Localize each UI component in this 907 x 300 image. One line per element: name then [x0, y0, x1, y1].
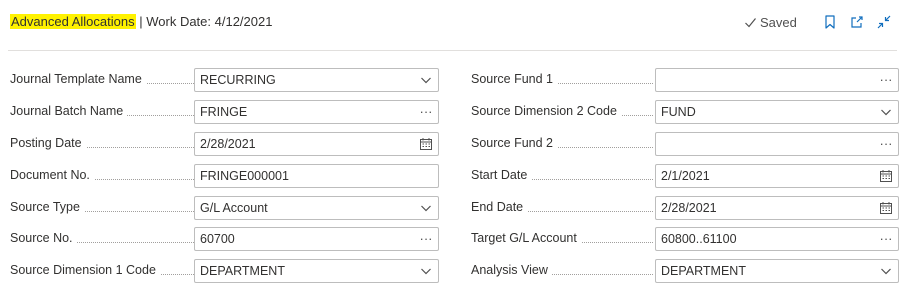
- field-row-posting-date: Posting Date 2/28/2021: [10, 131, 439, 156]
- chevron-down-icon: [421, 77, 431, 84]
- field-value: 60700: [200, 232, 235, 247]
- lookup-ellipsis-icon[interactable]: ···: [878, 231, 894, 247]
- page-name: Advanced Allocations: [10, 14, 136, 29]
- chevron-down-icon: [881, 109, 891, 116]
- analysis-view-field[interactable]: DEPARTMENT: [655, 259, 899, 284]
- field-row-document-no: Document No. FRINGE000001: [10, 163, 439, 188]
- bookmark-icon[interactable]: [822, 14, 838, 30]
- field-label-end-date: End Date: [471, 199, 528, 214]
- date-picker-button[interactable]: [878, 168, 894, 184]
- chevron-down-icon: [881, 268, 891, 275]
- collapse-icon[interactable]: [876, 14, 892, 30]
- field-value: 60800..61100: [661, 232, 737, 247]
- journal-batch-name-field[interactable]: FRINGE ···: [194, 99, 439, 124]
- field-value: 2/1/2021: [661, 168, 710, 183]
- field-label-journal-batch-name: Journal Batch Name: [10, 103, 128, 118]
- field-row-source-fund-1: Source Fund 1 ···: [471, 68, 899, 92]
- document-no-field[interactable]: FRINGE000001: [194, 163, 439, 188]
- calendar-icon: [880, 169, 892, 182]
- dropdown-button[interactable]: [878, 104, 894, 120]
- field-value: 2/28/2021: [200, 136, 256, 151]
- header-divider: [8, 50, 897, 51]
- field-label-source-fund-2: Source Fund 2: [471, 135, 557, 150]
- field-label-source-type: Source Type: [10, 199, 84, 214]
- right-field-group: Source Fund 1 ··· Source Dimension 2 Code F…: [471, 68, 899, 291]
- field-label-posting-date: Posting Date: [10, 135, 86, 150]
- field-value: DEPARTMENT: [200, 264, 285, 279]
- field-row-analysis-view: Analysis View DEPARTMENT: [471, 259, 899, 284]
- source-dimension-2-code-field[interactable]: FUND: [655, 99, 899, 124]
- field-row-target-g-l-account: Target G/L Account 60800..61100 ···: [471, 227, 899, 252]
- calendar-icon: [420, 137, 432, 150]
- left-field-group: Journal Template Name RECURRING Journal Ba…: [10, 68, 439, 291]
- field-row-source-fund-2: Source Fund 2 ···: [471, 131, 899, 156]
- field-row-journal-template-name: Journal Template Name RECURRING: [10, 68, 439, 92]
- field-value: FRINGE000001: [200, 168, 289, 183]
- field-label-source-dimension-2-code: Source Dimension 2 Code: [471, 103, 621, 118]
- field-row-source-dimension-2-code: Source Dimension 2 Code FUND: [471, 99, 899, 124]
- source-fund-1-field[interactable]: ···: [655, 68, 899, 92]
- field-label-target-g-l-account: Target G/L Account: [471, 231, 581, 246]
- field-value: G/L Account: [200, 200, 268, 215]
- field-value: RECURRING: [200, 73, 276, 87]
- lookup-ellipsis-icon[interactable]: ···: [878, 136, 894, 152]
- field-label-start-date: Start Date: [471, 167, 532, 182]
- field-value: DEPARTMENT: [661, 264, 746, 279]
- source-dimension-1-code-field[interactable]: DEPARTMENT: [194, 259, 439, 284]
- dropdown-button[interactable]: [418, 72, 434, 88]
- field-row-source-dimension-1-code: Source Dimension 1 Code DEPARTMENT: [10, 259, 439, 284]
- field-row-start-date: Start Date 2/1/2021: [471, 163, 899, 188]
- field-row-journal-batch-name: Journal Batch Name FRINGE ···: [10, 99, 439, 124]
- field-label-analysis-view: Analysis View: [471, 263, 552, 278]
- field-row-source-no: Source No. 60700 ···: [10, 227, 439, 252]
- lookup-ellipsis-icon[interactable]: ···: [878, 72, 894, 88]
- lookup-ellipsis-icon[interactable]: ···: [418, 104, 434, 120]
- field-row-source-type: Source Type G/L Account: [10, 195, 439, 220]
- field-row-end-date: End Date 2/28/2021: [471, 195, 899, 220]
- posting-date-field[interactable]: 2/28/2021: [194, 131, 439, 156]
- source-no-field[interactable]: 60700 ···: [194, 227, 439, 252]
- field-label-source-fund-1: Source Fund 1: [471, 72, 557, 86]
- date-picker-button[interactable]: [418, 136, 434, 152]
- title-separator: |: [139, 14, 143, 29]
- saved-status: Saved: [744, 15, 797, 30]
- field-value: FUND: [661, 104, 696, 119]
- lookup-ellipsis-icon[interactable]: ···: [418, 231, 434, 247]
- checkmark-icon: [745, 18, 756, 28]
- work-date: Work Date: 4/12/2021: [146, 14, 273, 29]
- chevron-down-icon: [421, 205, 431, 211]
- calendar-icon: [880, 201, 892, 214]
- target-g-l-account-field[interactable]: 60800..61100 ···: [655, 227, 899, 252]
- source-fund-2-field[interactable]: ···: [655, 131, 899, 156]
- field-value: FRINGE: [200, 104, 248, 119]
- field-label-source-dimension-1-code: Source Dimension 1 Code: [10, 263, 160, 278]
- date-picker-button[interactable]: [878, 200, 894, 216]
- end-date-field[interactable]: 2/28/2021: [655, 195, 899, 220]
- start-date-field[interactable]: 2/1/2021: [655, 163, 899, 188]
- field-label-journal-template-name: Journal Template Name: [10, 72, 146, 86]
- dropdown-button[interactable]: [418, 200, 434, 216]
- dropdown-button[interactable]: [418, 263, 434, 279]
- field-value: 2/28/2021: [661, 200, 717, 215]
- page-header: Advanced Allocations | Work Date: 4/12/2…: [0, 0, 907, 52]
- saved-label: Saved: [760, 15, 797, 30]
- field-label-document-no: Document No.: [10, 167, 94, 182]
- page-title: Advanced Allocations | Work Date: 4/12/2…: [10, 14, 272, 30]
- field-label-source-no: Source No.: [10, 231, 77, 246]
- open-in-new-window-icon[interactable]: [849, 14, 865, 30]
- chevron-down-icon: [421, 268, 431, 275]
- source-type-field[interactable]: G/L Account: [194, 195, 439, 220]
- journal-template-name-field[interactable]: RECURRING: [194, 68, 439, 92]
- dropdown-button[interactable]: [878, 263, 894, 279]
